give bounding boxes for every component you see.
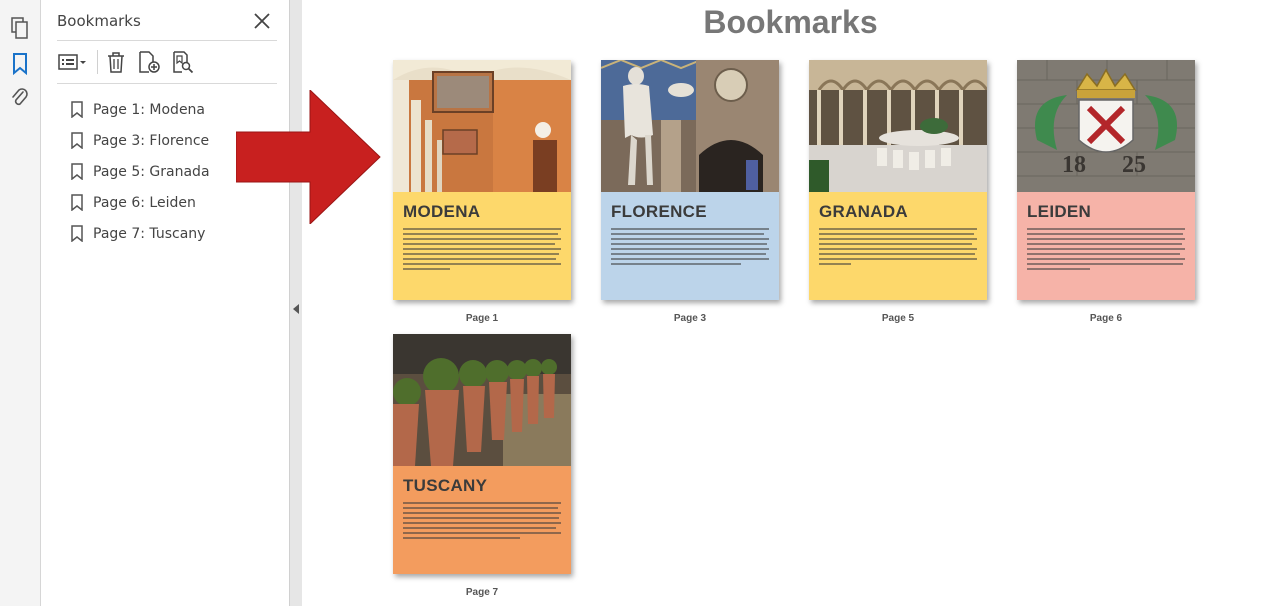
thumbnail-text-lines	[819, 228, 977, 268]
page-title: Bookmarks	[703, 4, 878, 40]
bookmark-icon	[71, 194, 83, 211]
thumbnail-text-lines	[611, 228, 769, 268]
options-menu-icon[interactable]	[57, 50, 89, 74]
bookmark-label: Page 3: Florence	[93, 132, 210, 149]
page-thumbnail-modena[interactable]: MODENA	[393, 60, 571, 300]
bookmark-label: Page 7: Tuscany	[93, 225, 206, 242]
panel-title: Bookmarks	[57, 12, 141, 30]
modena-body: MODENA	[393, 192, 571, 300]
thumbnail-page-label: Page 6	[1089, 313, 1123, 324]
bookmark-list: Page 1: Modena Page 3: Florence Page 5: …	[71, 94, 210, 249]
thumbnail-text-lines	[403, 228, 561, 273]
navigation-rail	[0, 0, 41, 606]
find-bookmark-icon[interactable]	[170, 50, 196, 74]
bookmark-icon	[71, 225, 83, 242]
bookmark-icon	[71, 132, 83, 149]
close-icon[interactable]	[251, 10, 273, 32]
toolbar-divider	[57, 83, 277, 84]
page-thumbnail-granada[interactable]: GRANADA	[809, 60, 987, 300]
thumbnail-city: GRANADA	[819, 202, 908, 221]
svg-text:25: 25	[1122, 152, 1146, 178]
bookmark-item-granada[interactable]: Page 5: Granada	[71, 156, 210, 187]
thumbnail-city: FLORENCE	[611, 202, 707, 221]
toolbar-separator	[97, 50, 98, 74]
bookmark-label: Page 5: Granada	[93, 163, 210, 180]
document-view: Bookmarks MODENA Page 1 FLORENCE Page 3 …	[236, 0, 1279, 606]
thumbnail-city: MODENA	[403, 202, 481, 221]
florence-statue-image	[601, 60, 779, 192]
bookmark-item-florence[interactable]: Page 3: Florence	[71, 125, 210, 156]
thumbnail-city: LEIDEN	[1027, 202, 1092, 221]
arrow-right-icon	[236, 90, 381, 224]
thumbnail-text-lines	[1027, 228, 1185, 273]
bookmark-icon[interactable]	[8, 52, 32, 76]
collapse-arrow-icon[interactable]	[293, 304, 299, 314]
page-thumbnail-leiden[interactable]: 18 25 LEIDEN	[1017, 60, 1195, 300]
page-thumbnail-tuscany[interactable]: TUSCANY	[393, 334, 571, 574]
bookmark-label: Page 1: Modena	[93, 101, 206, 118]
panel-divider	[57, 40, 277, 41]
pages-icon[interactable]	[8, 16, 32, 40]
tuscany-planters-image	[393, 334, 571, 466]
new-bookmark-icon[interactable]	[136, 50, 162, 74]
thumbnail-page-label: Page 5	[881, 313, 915, 324]
svg-text:18: 18	[1062, 152, 1086, 178]
granada-courtyard-image	[809, 60, 987, 192]
trash-icon[interactable]	[103, 50, 129, 74]
tuscany-body: TUSCANY	[393, 466, 571, 574]
leiden-body: LEIDEN	[1017, 192, 1195, 300]
modena-arcade-image	[393, 60, 571, 192]
florence-body: FLORENCE	[601, 192, 779, 300]
granada-body: GRANADA	[809, 192, 987, 300]
bookmark-icon	[71, 163, 83, 180]
attachment-icon[interactable]	[8, 86, 32, 110]
bookmark-label: Page 6: Leiden	[93, 194, 196, 211]
leiden-crest-image: 18 25	[1017, 60, 1195, 192]
page-thumbnail-florence[interactable]: FLORENCE	[601, 60, 779, 300]
thumbnail-page-label: Page 1	[465, 313, 499, 324]
bookmark-icon	[71, 101, 83, 118]
bookmark-item-leiden[interactable]: Page 6: Leiden	[71, 187, 210, 218]
thumbnail-text-lines	[403, 502, 561, 542]
thumbnail-page-label: Page 3	[673, 313, 707, 324]
thumbnail-page-label: Page 7	[465, 587, 499, 598]
thumbnail-city: TUSCANY	[403, 476, 488, 495]
bookmark-item-tuscany[interactable]: Page 7: Tuscany	[71, 218, 210, 249]
bookmark-item-modena[interactable]: Page 1: Modena	[71, 94, 210, 125]
